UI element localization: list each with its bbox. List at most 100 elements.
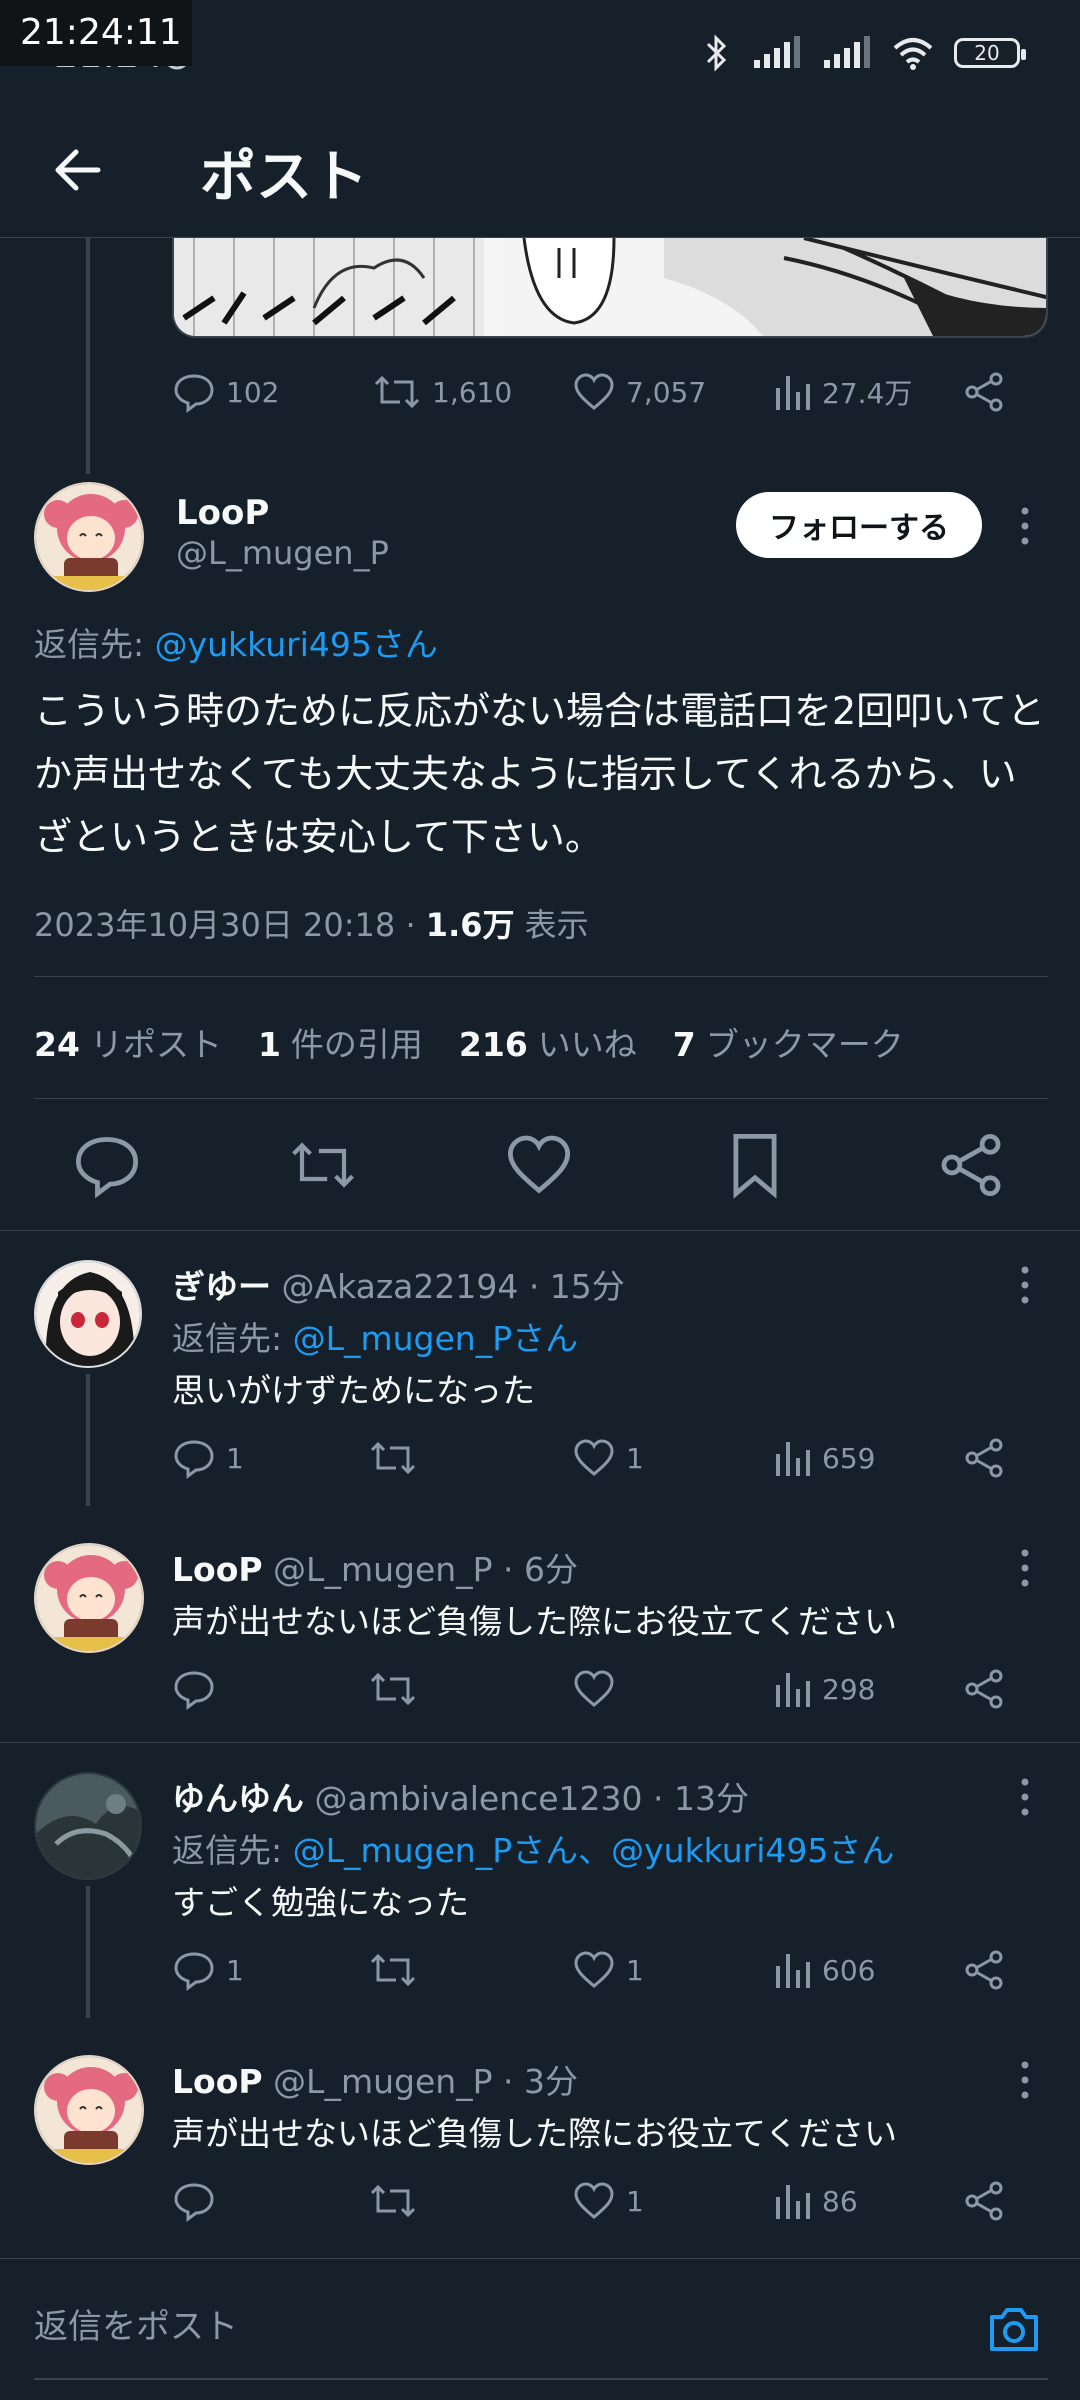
back-arrow-icon[interactable] (50, 140, 110, 200)
quotes-stat[interactable]: 1 件の引用 (258, 1018, 423, 1066)
post-timestamp[interactable]: 2023年10月30日 20:18 · (34, 906, 426, 944)
share-icon[interactable] (962, 1436, 1006, 1480)
heart-icon (574, 2182, 614, 2219)
reply-author-name[interactable]: ぎゆー (172, 1267, 271, 1306)
replying-to: 返信先: @L_mugen_Pさん、@yukkuri495さん (172, 1824, 894, 1872)
likes-stat[interactable]: 216 いいね (459, 1018, 637, 1066)
like-count: 1 (626, 2184, 644, 2218)
analytics-icon (776, 1673, 810, 1707)
reply-text: 声が出せないほど負傷した際にお役立てください (172, 2114, 898, 2153)
status-icons: 20 (702, 34, 1026, 72)
reply-count: 102 (226, 375, 280, 409)
post-meta: 2023年10月30日 20:18 · 1.6万 表示 (34, 900, 589, 946)
heart-icon (574, 1951, 614, 1988)
repost-button[interactable] (368, 1948, 428, 1992)
reply-button[interactable]: 1 (172, 1948, 244, 1992)
repost-icon (370, 1441, 416, 1475)
reply-input[interactable]: 返信をポスト (34, 2299, 238, 2348)
analytics-icon (776, 2185, 810, 2219)
reply-count: 1 (226, 1441, 244, 1475)
view-count: 606 (822, 1953, 876, 1987)
avatar-image (36, 1545, 142, 1651)
reply-author-handle[interactable]: @ambivalence1230 · 13分 (304, 1779, 749, 1818)
reply-button[interactable]: 102 (172, 370, 279, 414)
share-icon[interactable] (962, 1948, 1006, 1992)
main-post-actions (0, 1130, 1080, 1200)
more-options-icon[interactable] (1010, 1772, 1040, 1822)
share-icon[interactable] (962, 370, 1006, 414)
post-actions: 102 1,610 7,057 27.4万 (172, 370, 1022, 420)
manga-panel-left (174, 238, 484, 336)
reply-author-handle[interactable]: @L_mugen_P · 6分 (263, 1550, 578, 1589)
views-button[interactable]: 298 (772, 1667, 875, 1711)
more-options-icon[interactable] (1010, 1543, 1040, 1593)
reply-icon[interactable] (72, 1130, 142, 1200)
reply-author-name[interactable]: ゆんゆん (172, 1779, 304, 1818)
share-icon[interactable] (962, 2179, 1006, 2223)
reply-icon (174, 374, 214, 413)
like-button[interactable]: 1 (572, 1436, 644, 1480)
bookmarks-stat[interactable]: 7 ブックマーク (673, 1018, 904, 1066)
like-button[interactable] (572, 1667, 626, 1711)
views-button[interactable]: 86 (772, 2179, 858, 2223)
follow-button[interactable]: フォローする (736, 492, 982, 558)
divider (0, 1742, 1080, 1743)
repost-icon[interactable] (288, 1130, 358, 1200)
post-views-label: 表示 (514, 906, 589, 944)
replying-to: 返信先: @L_mugen_Pさん (172, 1312, 578, 1360)
reposts-stat[interactable]: 24 リポスト (34, 1018, 222, 1066)
reply-icon (174, 1671, 214, 1710)
avatar-image (36, 1774, 140, 1878)
views-button[interactable]: 606 (772, 1948, 875, 1992)
avatar[interactable] (34, 1772, 142, 1880)
author-name[interactable]: LooP (176, 493, 269, 533)
reply-author-handle[interactable]: @L_mugen_P · 3分 (263, 2062, 578, 2101)
heart-icon[interactable] (504, 1130, 574, 1200)
divider (34, 1098, 1048, 1099)
bookmark-icon[interactable] (720, 1130, 790, 1200)
like-button[interactable]: 1 (572, 2179, 644, 2223)
avatar[interactable] (34, 482, 144, 592)
repost-button[interactable] (368, 1436, 428, 1480)
views-button[interactable]: 659 (772, 1436, 875, 1480)
replying-label: 返信先: (172, 1319, 293, 1358)
replying-to-link[interactable]: @L_mugen_Pさん、@yukkuri495さん (293, 1831, 895, 1870)
share-icon[interactable] (962, 1667, 1006, 1711)
camera-icon[interactable] (986, 2301, 1042, 2357)
avatar[interactable] (34, 1543, 144, 1653)
reply-button[interactable] (172, 1667, 226, 1711)
reply-author-name[interactable]: LooP (172, 1550, 263, 1589)
thread-line (86, 238, 90, 474)
repost-button[interactable] (368, 2179, 428, 2223)
like-button[interactable]: 7,057 (572, 370, 706, 414)
reply-actions: 1 1 659 (172, 1436, 1022, 1486)
views-button[interactable]: 27.4万 (772, 370, 912, 414)
replying-to-link[interactable]: @L_mugen_Pさん (293, 1319, 579, 1358)
view-count: 298 (822, 1672, 876, 1706)
bluetooth-icon (706, 34, 727, 72)
more-options-icon[interactable] (1010, 501, 1040, 551)
repost-button[interactable] (368, 1667, 428, 1711)
reply-button[interactable]: 1 (172, 1436, 244, 1480)
repost-button[interactable]: 1,610 (372, 370, 512, 414)
avatar[interactable] (34, 2055, 144, 2165)
replying-to-link[interactable]: @yukkuri495さん (155, 625, 438, 664)
repost-count: 1,610 (432, 375, 513, 409)
more-options-icon[interactable] (1010, 2055, 1040, 2105)
repost-icon (370, 2184, 416, 2218)
reply-author-handle[interactable]: @Akaza22194 · 15分 (271, 1267, 624, 1306)
wifi-icon (893, 38, 933, 70)
top-bar: ポスト (0, 110, 1080, 238)
reply-author-name[interactable]: LooP (172, 2062, 263, 2101)
reply-button[interactable] (172, 2179, 226, 2223)
avatar[interactable] (34, 1260, 142, 1368)
more-options-icon[interactable] (1010, 1260, 1040, 1310)
reply-header: ゆんゆん @ambivalence1230 · 13分 (172, 1772, 749, 1820)
reply-actions: 1 86 (172, 2179, 1022, 2229)
author-handle[interactable]: @L_mugen_P (176, 534, 389, 572)
like-button[interactable]: 1 (572, 1948, 644, 1992)
signal-icon-2 (824, 36, 870, 68)
share-icon[interactable] (936, 1130, 1006, 1200)
time-overlay: 21:24:11 (0, 0, 192, 66)
post-image[interactable] (172, 238, 1048, 338)
